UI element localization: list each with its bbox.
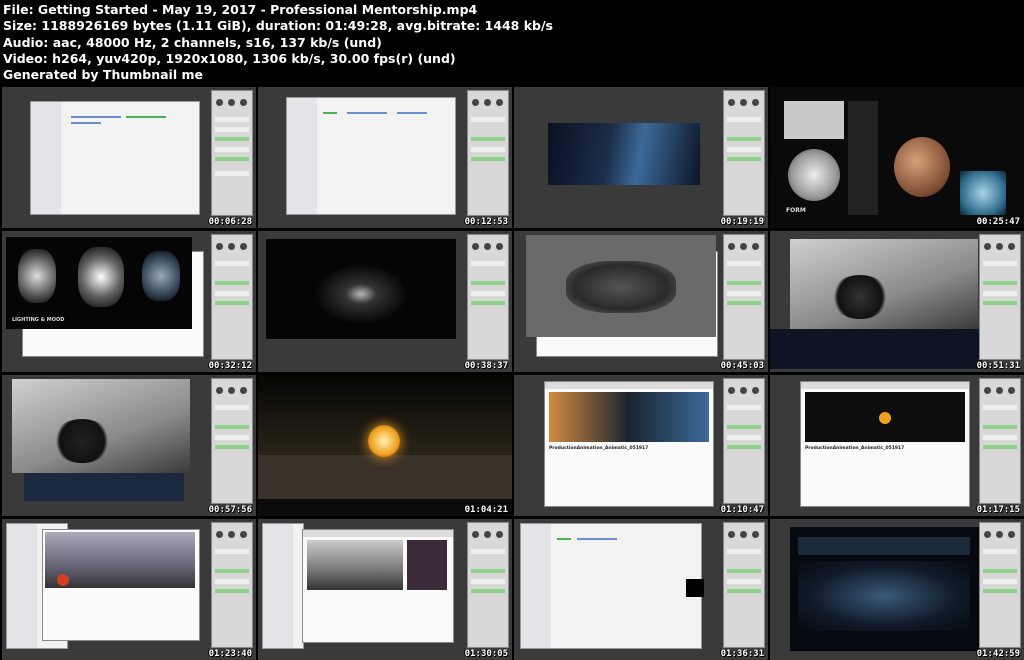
thumbnail[interactable]: 01:36:31 — [514, 519, 768, 660]
video-info-line: Video: h264, yuv420p, 1920x1080, 1306 kb… — [3, 50, 456, 66]
timestamp: 01:10:47 — [720, 505, 764, 515]
thumbnail[interactable]: 01:30:05 — [258, 519, 512, 660]
thumbnail[interactable]: ProductionAnimation_Animatic_051917 01:1… — [514, 375, 768, 516]
noise-texture-image — [784, 101, 844, 139]
tool-panel — [211, 90, 253, 216]
file-size-line: Size: 1188926169 bytes (1.11 GiB), durat… — [3, 18, 553, 34]
ground-plane — [258, 455, 512, 499]
shards-render-frame — [790, 239, 978, 329]
timestamp: 00:32:12 — [208, 361, 252, 371]
tool-panel — [723, 522, 765, 648]
thumbnail-grid: 00:06:28 00:12:53 00:19:19 FORM 00:25:47 — [0, 87, 1024, 660]
thumbnail[interactable]: 00:38:37 — [258, 231, 512, 372]
space-render-frame — [548, 123, 700, 185]
finder-window — [286, 97, 456, 215]
lighting-mood-label: LIGHTING & MOOD — [12, 317, 65, 323]
timestamp: 01:17:15 — [976, 505, 1020, 515]
thumbnail[interactable]: 00:45:03 — [514, 231, 768, 372]
spiral-image — [788, 149, 840, 201]
timestamp: 00:19:19 — [720, 217, 764, 227]
thumbnail[interactable]: 01:04:21 — [258, 375, 512, 516]
finder-sidebar — [262, 523, 304, 649]
thumbnail[interactable]: 00:57:56 — [2, 375, 256, 516]
file-info-header: File: Getting Started - May 19, 2017 - P… — [3, 2, 553, 83]
lighting-mood-frame: LIGHTING & MOOD — [6, 237, 192, 329]
glowing-orb — [368, 425, 400, 457]
browser-window — [42, 529, 200, 641]
file-name-line: File: Getting Started - May 19, 2017 - P… — [3, 2, 478, 17]
form-label: FORM — [786, 207, 806, 214]
browser-window: ProductionAnimation_Animatic_051917 — [800, 381, 970, 507]
tool-panel — [467, 522, 509, 648]
tool-panel — [979, 378, 1021, 504]
video-title: ProductionAnimation_Animatic_051917 — [549, 446, 649, 451]
timestamp: 00:25:47 — [976, 217, 1020, 227]
timestamp: 00:06:28 — [208, 217, 252, 227]
sculpture-image — [894, 137, 950, 197]
blue-swirl-image — [960, 171, 1006, 215]
thumbnail-strip — [848, 101, 878, 215]
tool-panel — [467, 90, 509, 216]
browser-window: ProductionAnimation_Animatic_051917 — [544, 381, 714, 507]
thumbnail[interactable]: 01:23:40 — [2, 519, 256, 660]
audio-info-line: Audio: aac, 48000 Hz, 2 channels, s16, 1… — [3, 34, 382, 50]
night-sky-strip — [24, 473, 184, 501]
tool-panel — [467, 234, 509, 360]
tool-panel — [211, 234, 253, 360]
black-frame — [686, 579, 704, 597]
thumbnail[interactable]: 00:51:31 — [770, 231, 1024, 372]
thumbnail[interactable]: FORM 00:25:47 — [770, 87, 1024, 228]
timestamp: 01:04:21 — [464, 505, 508, 515]
timestamp: 00:57:56 — [208, 505, 252, 515]
particle-render-frame — [266, 239, 456, 339]
timestamp: 00:12:53 — [464, 217, 508, 227]
browser-window — [302, 529, 454, 643]
thumbnail[interactable]: LIGHTING & MOOD 00:32:12 — [2, 231, 256, 372]
finder-window — [30, 101, 200, 215]
tool-panel — [723, 90, 765, 216]
timestamp: 00:38:37 — [464, 361, 508, 371]
tool-panel — [723, 378, 765, 504]
thumbnail[interactable]: 00:06:28 — [2, 87, 256, 228]
night-sky-strip — [770, 329, 982, 369]
shards-render-frame — [12, 379, 190, 473]
timestamp: 00:51:31 — [976, 361, 1020, 371]
generator-line: Generated by Thumbnail me — [3, 67, 203, 83]
thumbnail[interactable]: 01:42:59 — [770, 519, 1024, 660]
tool-panel — [211, 378, 253, 504]
finder-window — [520, 523, 702, 649]
tool-panel — [979, 234, 1021, 360]
video-title: ProductionAnimation_Animatic_051917 — [805, 446, 905, 451]
thumbnail[interactable]: 00:19:19 — [514, 87, 768, 228]
tool-panel — [723, 234, 765, 360]
thumbnail[interactable]: ProductionAnimation_Animatic_051917 01:1… — [770, 375, 1024, 516]
rings-render-frame — [526, 235, 716, 337]
tool-panel — [211, 522, 253, 648]
timestamp: 00:45:03 — [720, 361, 764, 371]
dark-scene-frame — [790, 527, 980, 651]
tool-panel — [979, 522, 1021, 648]
thumbnail[interactable]: 00:12:53 — [258, 87, 512, 228]
